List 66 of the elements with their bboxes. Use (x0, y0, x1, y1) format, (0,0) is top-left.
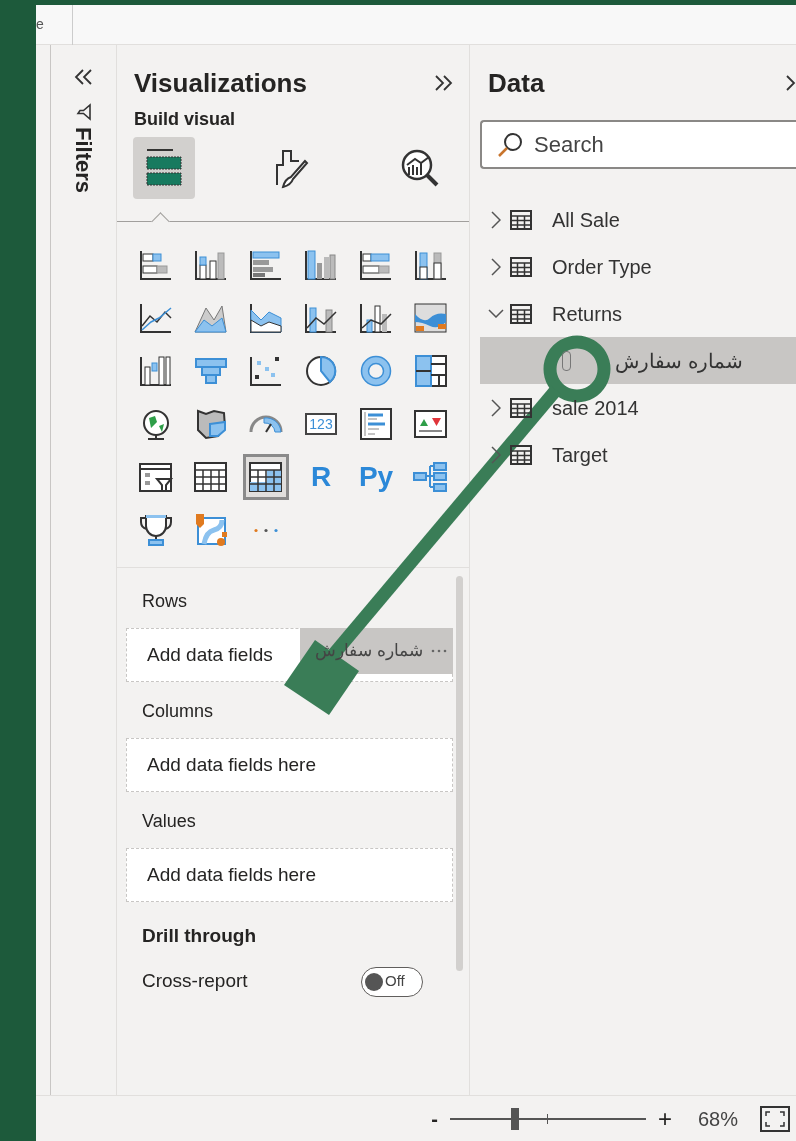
zoom-out-button[interactable]: - (431, 1103, 438, 1134)
ribbon-chart-icon (412, 300, 450, 336)
table-tree-item[interactable]: All Sale (470, 196, 796, 243)
chevron-right-icon[interactable] (491, 210, 501, 229)
chevron-right-icon[interactable] (491, 445, 501, 464)
drop-zone[interactable]: Add data fields here (126, 848, 453, 902)
trophy-chart-icon (137, 512, 175, 548)
matrix-chart-icon (247, 459, 285, 495)
table-icon (510, 397, 532, 418)
table-name: Target (552, 442, 608, 468)
cut-label: e (36, 4, 73, 45)
table-icon (510, 444, 532, 465)
scrollbar[interactable] (456, 576, 463, 971)
table-name: sale 2014 (552, 395, 639, 421)
more-icon (253, 527, 279, 533)
well-label: Values (141, 810, 197, 833)
table-tree-item[interactable]: Target (470, 431, 796, 478)
search-icon (496, 130, 524, 159)
table-tree-item[interactable]: Returns (470, 290, 796, 337)
well-label: Columns (141, 700, 215, 723)
zoom-percent: 68% (697, 1106, 738, 1132)
drop-field[interactable]: Add data fields (147, 640, 279, 670)
zoom-slider[interactable] (449, 1107, 646, 1130)
section-title: Build visual (133, 108, 237, 131)
table-name: Order Type (552, 254, 652, 280)
chevron-right-icon[interactable] (491, 398, 501, 417)
drop-field[interactable]: Add data fields here (147, 750, 427, 780)
chevron-down-icon[interactable] (488, 309, 504, 318)
drop-field[interactable]: Add data fields here (147, 860, 427, 890)
table-tree-item[interactable]: sale 2014 (470, 384, 796, 431)
pane-title: Data (488, 67, 545, 100)
zoom-in-button[interactable]: + (657, 1100, 672, 1137)
field-name: شماره سفارش (615, 348, 743, 375)
table-icon (510, 209, 532, 230)
toggle-state: Off (385, 971, 405, 992)
filters-title[interactable]: Filters (67, 127, 100, 194)
chevron-right-icon[interactable] (491, 257, 501, 276)
decomposition-chart-icon (412, 459, 450, 495)
table-chart-icon (192, 459, 230, 495)
field-tree-item[interactable]: شماره سفارش (480, 337, 796, 384)
table-icon (510, 256, 532, 277)
dragged-field-label: شماره سفارش (315, 640, 423, 663)
table-name: All Sale (552, 207, 620, 233)
analytics-icon (399, 147, 441, 189)
table-icon (510, 303, 532, 324)
toggle-label: Cross-report (142, 969, 248, 994)
toggle-knob (365, 972, 383, 991)
table-name: Returns (552, 301, 623, 327)
filter-icon (74, 103, 93, 121)
fit-page-icon[interactable] (760, 1105, 790, 1132)
toggle-switch[interactable]: Off (361, 966, 423, 997)
table-tree-item[interactable]: Order Type (470, 243, 796, 290)
pane-title: Visualizations (134, 67, 307, 100)
zoom-thumb[interactable] (510, 1107, 519, 1130)
build-tab[interactable] (133, 137, 195, 199)
chevron-right-icon[interactable] (786, 73, 796, 93)
matrix-visual-button[interactable] (243, 454, 289, 500)
build-icon (143, 147, 185, 189)
treemap-chart-icon (412, 353, 450, 389)
drop-zone[interactable]: Add data fields here (126, 738, 453, 792)
search-box[interactable]: Search (480, 120, 796, 169)
well-label: Rows (141, 590, 188, 613)
search-field[interactable]: Search (534, 128, 796, 161)
section-title: Drill through (141, 924, 257, 948)
multirow-card-chart-icon (357, 406, 395, 442)
more-icon[interactable] (431, 649, 447, 653)
